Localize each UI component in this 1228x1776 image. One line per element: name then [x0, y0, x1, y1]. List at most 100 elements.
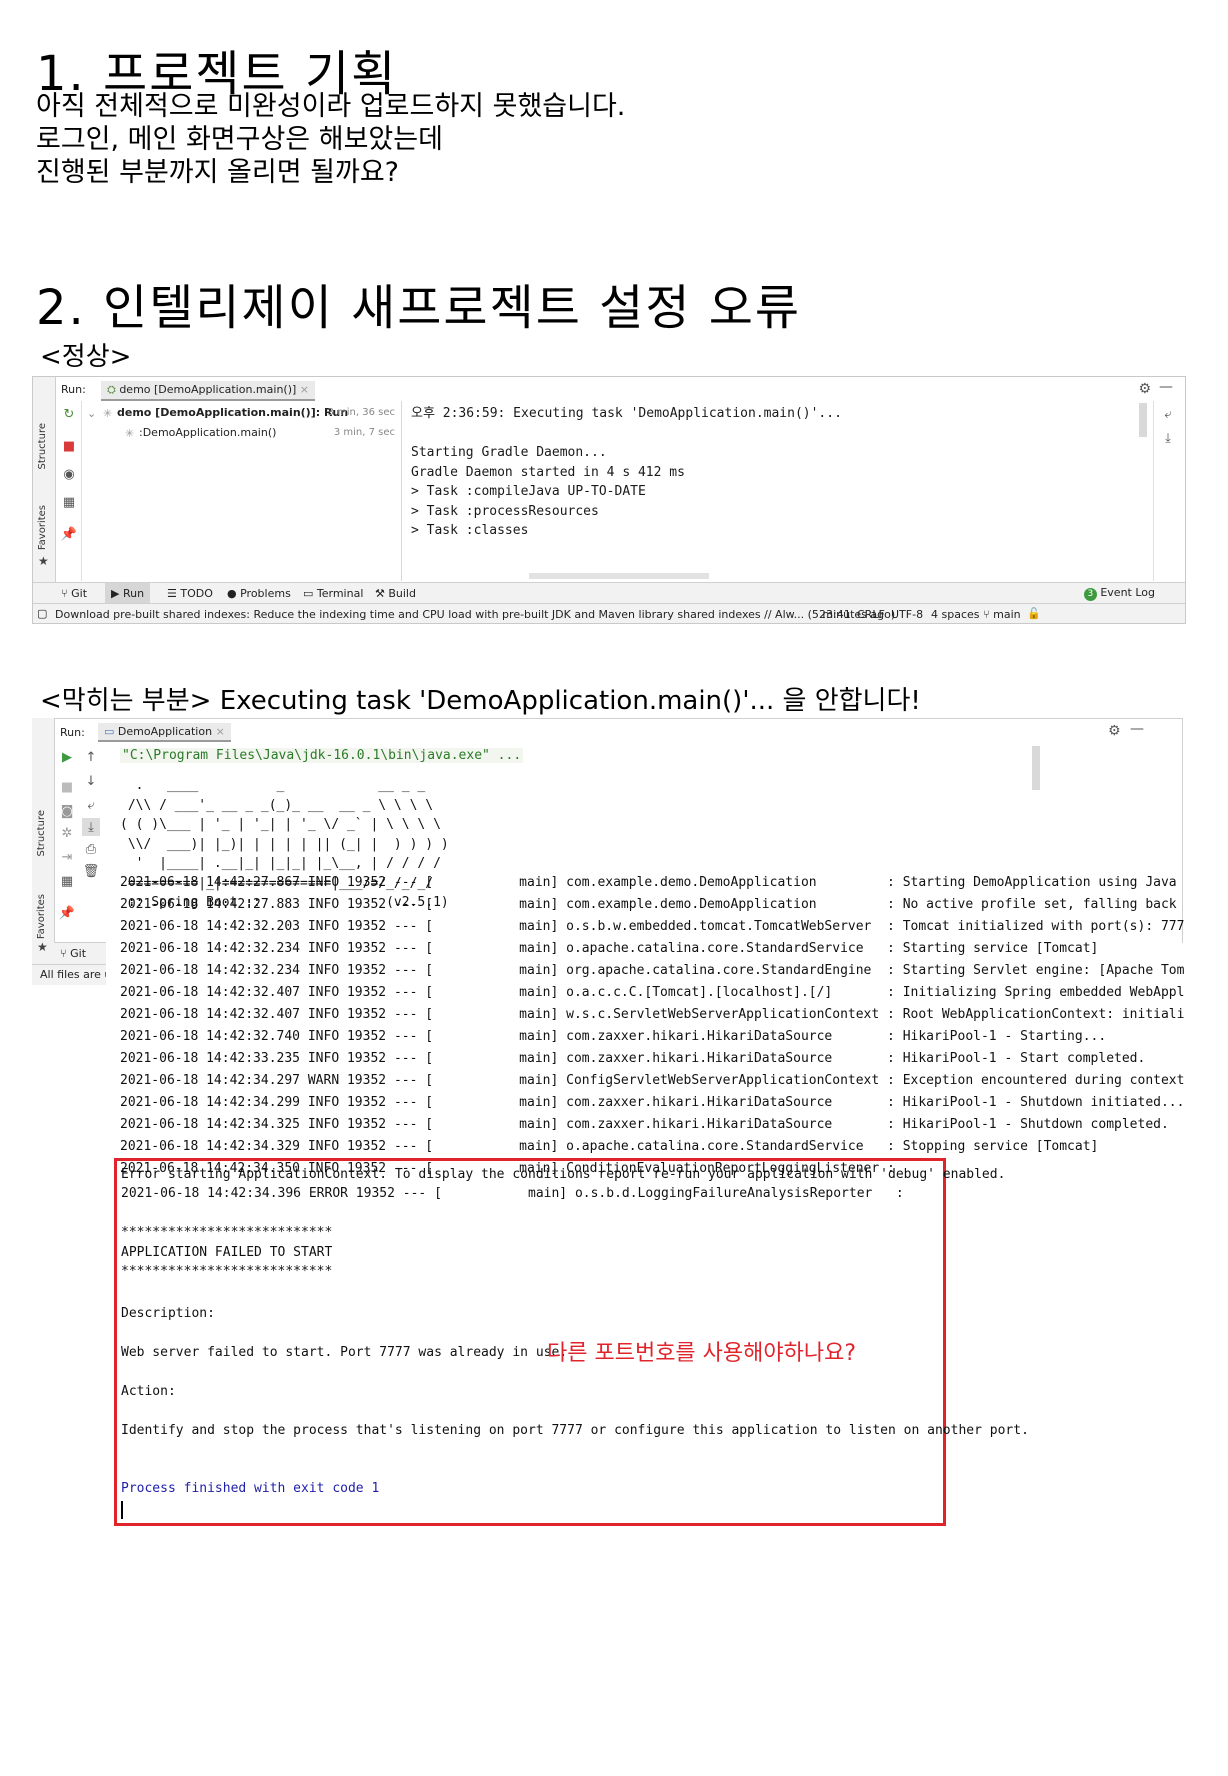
run-label: Run:: [60, 726, 85, 739]
status-message[interactable]: All files are u: [32, 964, 106, 985]
status-branch[interactable]: ⑂ main: [983, 608, 1021, 621]
stop-icon[interactable]: ■: [58, 778, 76, 796]
tool-tab-git[interactable]: ⑂ Git: [54, 942, 106, 965]
exit-icon[interactable]: ⇥: [58, 848, 76, 866]
log-message: : HikariPool-1 - Starting...: [887, 1029, 1107, 1044]
vertical-scrollbar[interactable]: [1139, 403, 1147, 437]
down-arrow-icon[interactable]: ↓: [82, 772, 100, 790]
log-logger: o.apache.catalina.core.StandardService: [566, 941, 888, 956]
status-indent[interactable]: 4 spaces: [931, 608, 980, 621]
status-message[interactable]: Download pre-built shared indexes: Reduc…: [55, 608, 895, 621]
vertical-scrollbar[interactable]: [1032, 746, 1040, 790]
log-row: 2021-06-18 14:42:27.867 INFO 19352 --- […: [120, 875, 1177, 890]
run-config-icon: ⛭: [107, 383, 116, 396]
java-command: "C:\Program Files\Java\jdk-16.0.1\bin\ja…: [120, 748, 524, 763]
up-arrow-icon[interactable]: ↑: [82, 748, 100, 766]
console-output[interactable]: 오후 2:36:59: Executing task 'DemoApplicat…: [403, 401, 1153, 581]
console-actions: ⤶ ⤓: [1153, 401, 1182, 581]
error-highlight-box: Error starting ApplicationContext. To di…: [114, 1158, 1029, 1526]
lock-icon[interactable]: 🔓: [1027, 607, 1041, 620]
settings-gear-icon[interactable]: ⚙: [1138, 381, 1151, 397]
log-row: 2021-06-18 14:42:33.235 INFO 19352 --- […: [120, 1051, 1146, 1066]
debug-icon[interactable]: ✲: [58, 824, 76, 842]
stop-icon[interactable]: ■: [60, 437, 78, 455]
close-tab-icon[interactable]: ×: [216, 725, 225, 738]
app-config-icon: ▭: [104, 725, 115, 738]
minimize-icon[interactable]: —: [1159, 379, 1173, 395]
log-pid: 19352: [346, 1095, 387, 1110]
exit-code-line: Process finished with exit code 1: [121, 1481, 380, 1496]
log-timestamp: 2021-06-18 14:42:34.297: [120, 1073, 308, 1088]
run-icon[interactable]: ▶: [58, 748, 76, 766]
log-pid: 19352: [346, 1139, 387, 1154]
banner-line: /\\ / ___'_ __ _ _(_)_ __ __ _ \ \ \ \: [120, 797, 434, 813]
log-message: : HikariPool-1 - Start completed.: [887, 1051, 1146, 1066]
tree-item-demo[interactable]: demo [DemoApplication.main()]: Run: [117, 406, 348, 419]
expand-chevron-icon[interactable]: ⌄: [87, 407, 96, 420]
minimize-icon[interactable]: —: [1130, 721, 1144, 737]
horizontal-scrollbar[interactable]: [529, 573, 709, 579]
close-tab-icon[interactable]: ×: [300, 383, 309, 396]
tree-item-main[interactable]: :DemoApplication.main(): [139, 426, 276, 439]
status-position[interactable]: 23:41: [819, 608, 851, 621]
normal-label: <정상>: [40, 342, 132, 372]
text-cursor: [121, 1501, 123, 1519]
pin-icon[interactable]: 📌: [58, 904, 76, 922]
banner-line: ' |____| .__|_| |_|_| |_\__, | / / / /: [120, 856, 441, 871]
structure-tab[interactable]: Structure: [36, 810, 47, 857]
log-message: : HikariPool-1 - Shutdown initiated...: [887, 1095, 1185, 1110]
layout-icon[interactable]: ▦: [58, 872, 76, 890]
trash-icon[interactable]: 🗑: [82, 862, 100, 880]
status-bar: ▢ Download pre-built shared indexes: Red…: [33, 603, 1185, 623]
scroll-to-end-icon[interactable]: ⤓: [1159, 429, 1177, 447]
tool-tab-run[interactable]: ▶ Run: [105, 583, 151, 604]
run-tab[interactable]: ▭ DemoApplication ×: [98, 723, 231, 742]
print-icon[interactable]: ⎙: [82, 840, 100, 858]
soft-wrap-icon[interactable]: ⤶: [1159, 405, 1177, 423]
layout-icon[interactable]: ▦: [60, 493, 78, 511]
structure-tab[interactable]: Structure: [37, 423, 48, 470]
favorites-tab[interactable]: Favorites: [36, 894, 47, 939]
status-line-separator[interactable]: CRLF: [857, 608, 885, 621]
rerun-icon[interactable]: ↻: [60, 405, 78, 423]
status-window-icon[interactable]: ▢: [37, 607, 47, 620]
log-level: INFO: [307, 1051, 347, 1066]
log-output[interactable]: 2021-06-18 14:42:27.867 INFO 19352 --- […: [120, 872, 1184, 1180]
log-message: : No active profile set, falling back: [887, 897, 1177, 912]
log-timestamp: 2021-06-18 14:42:34.329: [120, 1139, 308, 1154]
log-timestamp: 2021-06-18 14:42:32.203: [120, 919, 308, 934]
bottom-tool-bar: ⑂ Git ▶ Run ☰ TODO ● Problems ▭ Terminal…: [33, 582, 1185, 604]
tool-tab-build[interactable]: ⚒ Build: [375, 587, 416, 600]
run-actions-column: ▶ ↑ ↓ ■ ⤶ ◙ ⤓ ✲ ⎙ ⇥ 🗑 ▦ 📌: [56, 746, 104, 942]
log-row: 2021-06-18 14:42:32.234 INFO 19352 --- […: [120, 941, 1099, 956]
pin-icon[interactable]: 📌: [60, 525, 78, 543]
ide-error-panel: Structure Favorites ★ Run: ▭ DemoApplica…: [32, 718, 1184, 1774]
tool-tab-git[interactable]: ⑂ Git: [61, 587, 87, 600]
scroll-to-end-icon[interactable]: ⤓: [82, 818, 100, 836]
tool-tab-terminal[interactable]: ▭ Terminal: [303, 587, 363, 600]
console-line: > Task :processResources: [411, 503, 599, 519]
tool-tab-problems[interactable]: ● Problems: [227, 587, 291, 600]
log-level: INFO: [307, 1139, 347, 1154]
favorites-tab[interactable]: Favorites: [37, 505, 48, 550]
log-logger: com.example.demo.DemoApplication: [566, 897, 888, 912]
tree-item-demo-time: 3 min, 36 sec: [327, 407, 395, 418]
log-row: 2021-06-18 14:42:34.325 INFO 19352 --- […: [120, 1117, 1169, 1132]
log-logger: com.example.demo.DemoApplication: [566, 875, 888, 890]
camera-icon[interactable]: ◙: [58, 802, 76, 820]
run-tab[interactable]: ⛭ demo [DemoApplication.main()] ×: [101, 381, 316, 401]
settings-gear-icon[interactable]: ⚙: [1108, 723, 1121, 739]
log-timestamp: 2021-06-18 14:42:27.883: [120, 897, 308, 912]
soft-wrap-icon[interactable]: ⤶: [82, 796, 100, 814]
log-row: 2021-06-18 14:42:34.329 INFO 19352 --- […: [120, 1139, 1099, 1154]
log-message: : Stopping service [Tomcat]: [887, 1139, 1099, 1154]
status-encoding[interactable]: UTF-8: [891, 608, 923, 621]
run-tab-label: DemoApplication: [117, 725, 213, 738]
log-logger: com.zaxxer.hikari.HikariDataSource: [566, 1117, 888, 1132]
log-logger: org.apache.catalina.core.StandardEngine: [566, 963, 888, 978]
log-logger: o.apache.catalina.core.StandardService: [566, 1139, 888, 1154]
log-timestamp: 2021-06-18 14:42:32.234: [120, 941, 308, 956]
eye-icon[interactable]: ◉: [60, 465, 78, 483]
tool-tab-todo[interactable]: ☰ TODO: [167, 587, 213, 600]
event-log-button[interactable]: 3 Event Log: [1083, 586, 1155, 601]
